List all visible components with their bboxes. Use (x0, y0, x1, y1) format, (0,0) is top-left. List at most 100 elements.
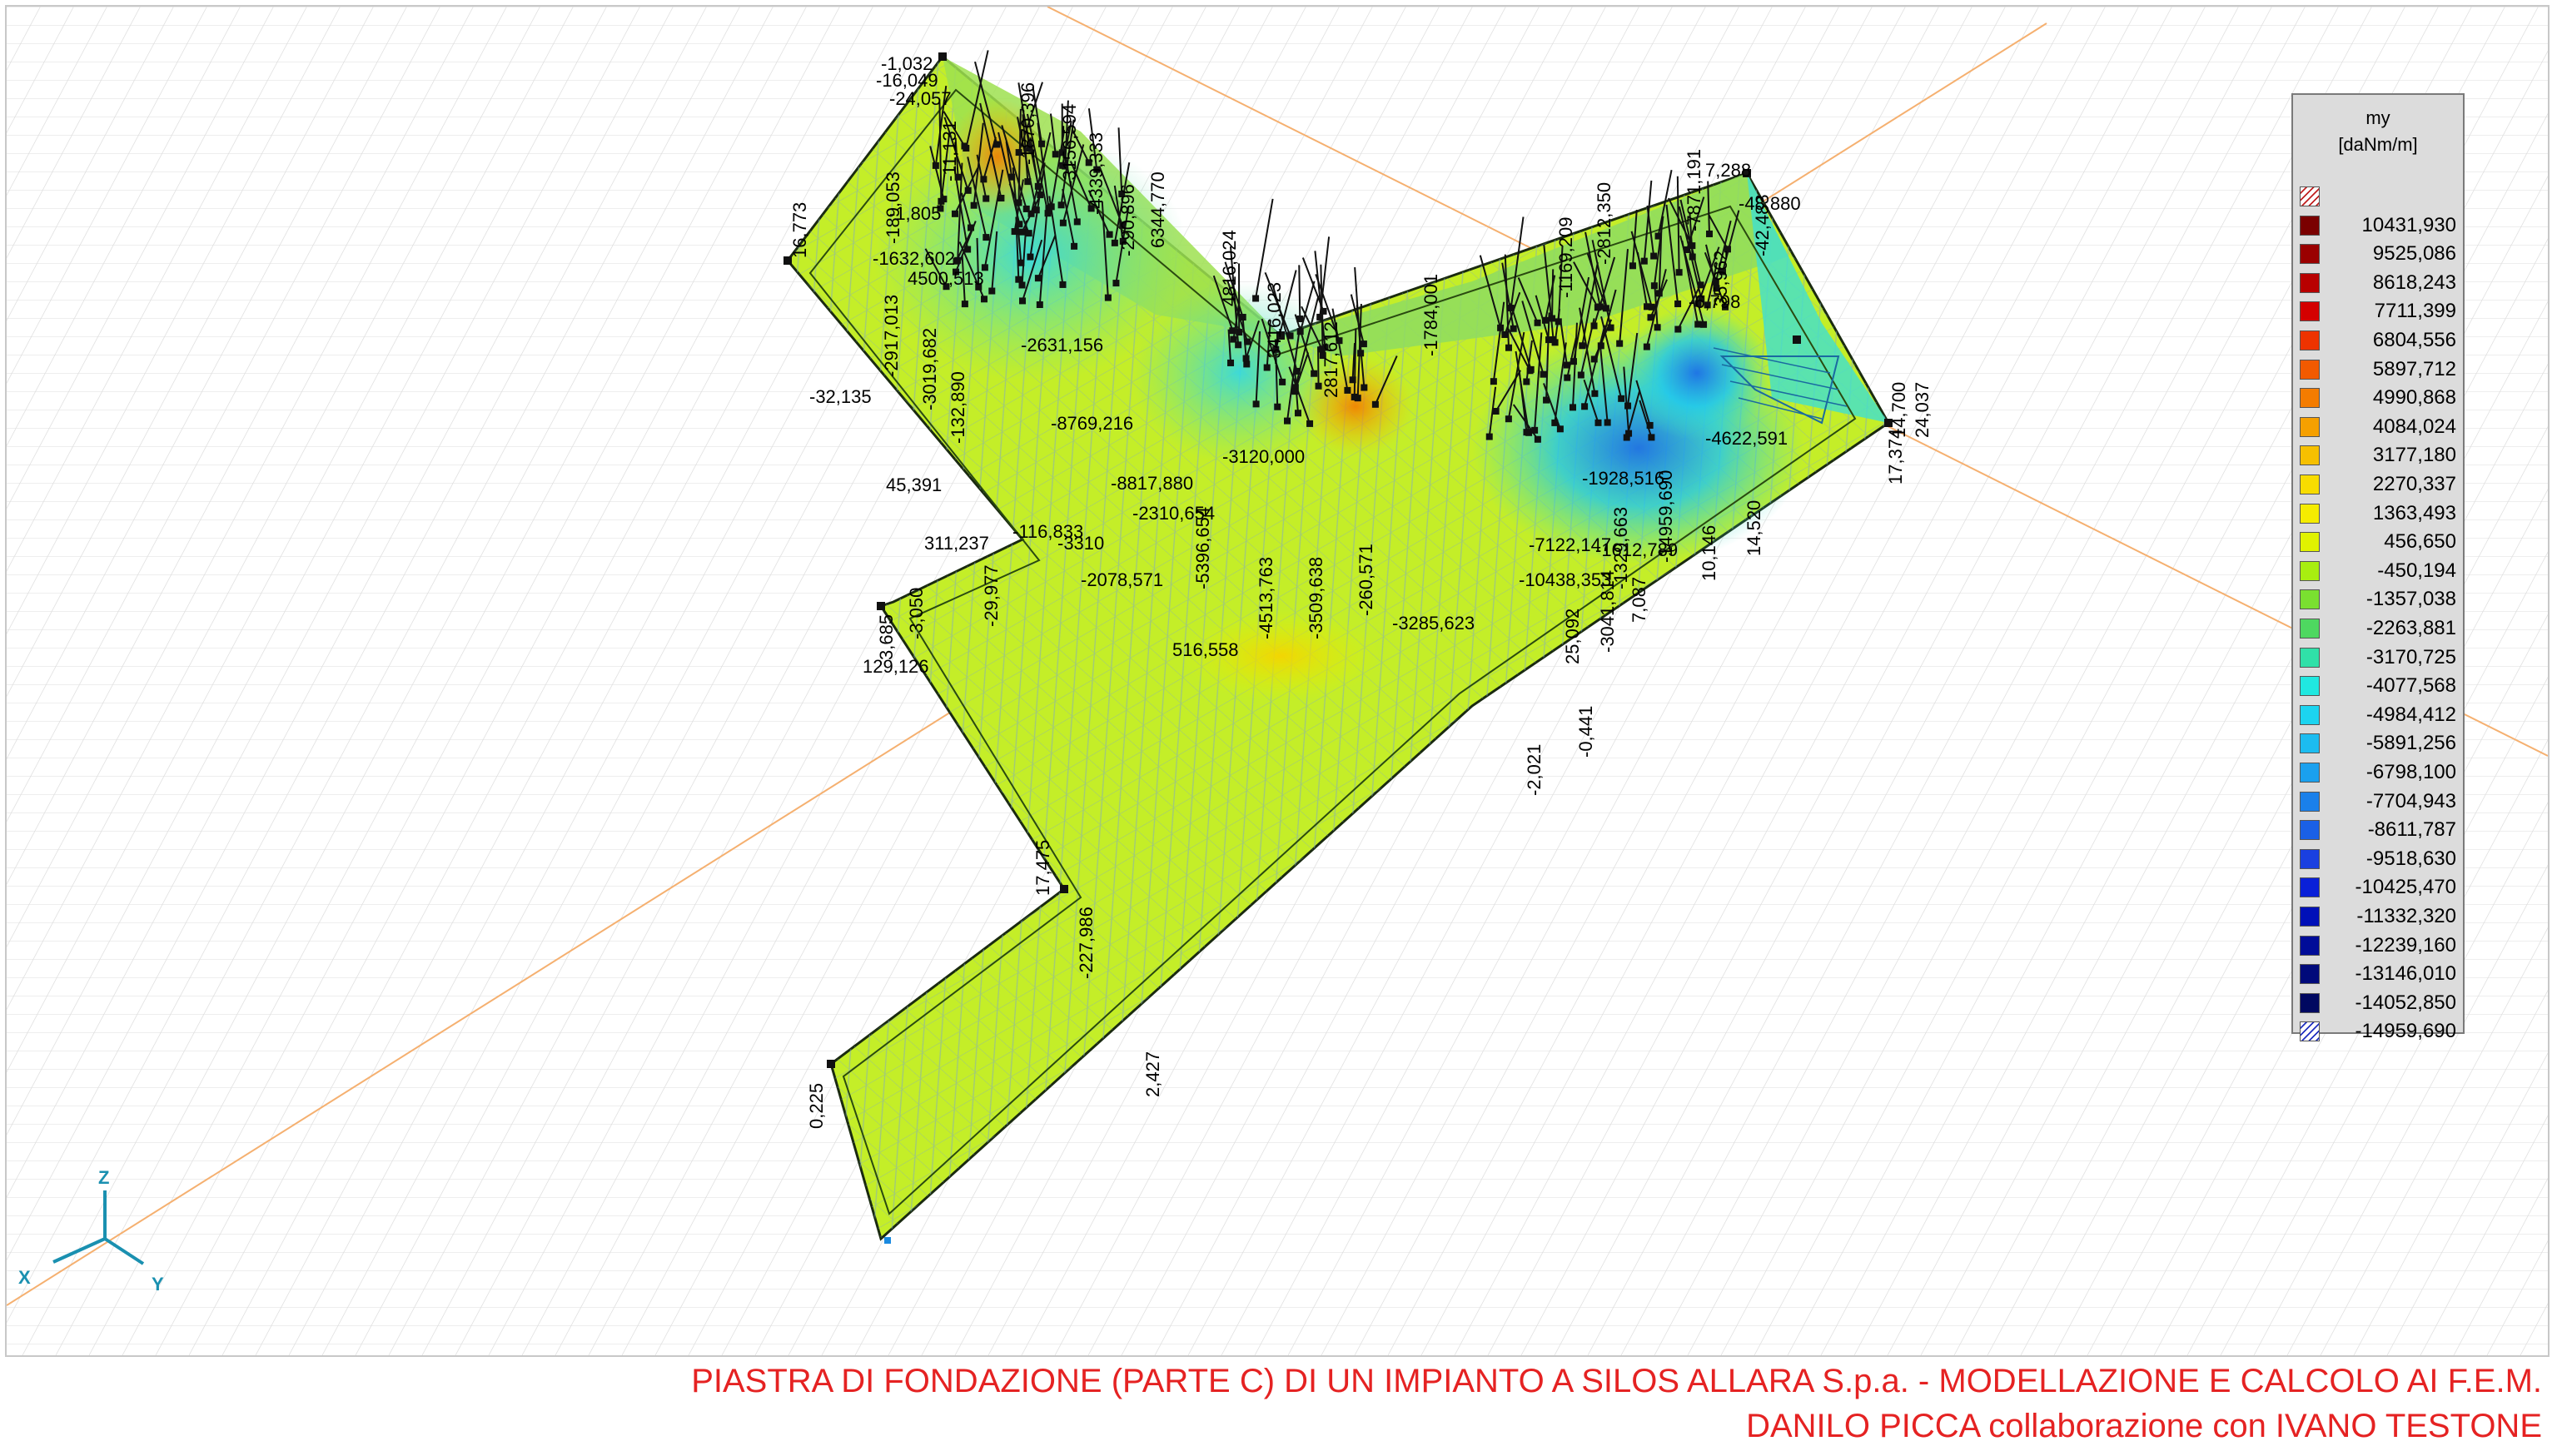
value-label: -1169,209 (1555, 217, 1576, 298)
legend-value: 10431,930 (2361, 213, 2456, 236)
legend-entry: -10425,470 (2300, 872, 2461, 901)
legend-value: -3170,725 (2365, 645, 2456, 668)
legend-swatch (2300, 1021, 2320, 1042)
axis-x-label: X (18, 1267, 31, 1288)
value-label: -6,798 (1689, 291, 1740, 312)
value-label: -290,896 (1117, 184, 1138, 256)
value-label: 0,225 (806, 1083, 827, 1129)
legend-title: my (2365, 107, 2390, 128)
value-label: -3310 (1057, 533, 1104, 554)
legend-swatch (2300, 388, 2320, 409)
legend-value: -1357,038 (2365, 588, 2456, 611)
legend-value: -10425,470 (2355, 876, 2456, 899)
value-label: -0,441 (1575, 706, 1596, 758)
legend-value: -14959,690 (2355, 1020, 2456, 1043)
value-label: -8769,216 (1051, 413, 1133, 434)
legend-swatch (2300, 907, 2320, 927)
legend-entry: -1357,038 (2300, 584, 2461, 613)
legend-swatch (2300, 186, 2320, 206)
legend-unit: [daNm/m] (2338, 134, 2418, 155)
value-label: -1612,789 (1595, 539, 1678, 560)
model-viewport[interactable]: -1,032 -16,049 -24,057 16,773 -189,053 -… (5, 5, 2550, 1357)
legend-value: 4084,024 (2372, 415, 2456, 438)
legend-entry: 8618,243 (2300, 268, 2461, 296)
value-label: 6344,770 (1147, 171, 1168, 248)
legend-swatch (2300, 330, 2320, 350)
legend-entry: -6798,100 (2300, 758, 2461, 786)
value-label: -4339,333 (1086, 132, 1107, 215)
legend-swatch (2300, 560, 2320, 581)
legend-value: 6804,556 (2372, 329, 2456, 351)
legend-value: 8618,243 (2372, 271, 2456, 294)
legend-swatch (2300, 992, 2320, 1013)
legend-entry: 10431,930 (2300, 211, 2461, 239)
origin-marker (884, 1237, 891, 1244)
legend-swatch (2300, 475, 2320, 494)
axis-z-label: Z (98, 1167, 109, 1188)
legend-entry: -4077,568 (2300, 671, 2461, 699)
axis-triad: Z X Y (18, 1167, 164, 1294)
legend-entry: 2270,337 (2300, 470, 2461, 498)
legend-entry: -9518,630 (2300, 844, 2461, 872)
legend-value: -450,194 (2377, 559, 2456, 582)
value-label: -2812,350 (1594, 182, 1614, 265)
legend-swatch (2300, 964, 2320, 985)
legend-value: -9518,630 (2365, 847, 2456, 870)
value-label: 4816,024 (1219, 230, 1240, 306)
value-label: -2631,156 (1021, 335, 1103, 355)
value-label: -1329,663 (1610, 507, 1631, 589)
footer-caption: PIASTRA DI FONDAZIONE (PARTE C) DI UN IM… (691, 1359, 2542, 1449)
value-label: -24,057 (889, 88, 952, 109)
legend-entry: -450,194 (2300, 556, 2461, 584)
legend-entry: 4084,024 (2300, 412, 2461, 440)
value-label: -3019,682 (919, 328, 940, 410)
value-label: -5396,654 (1192, 507, 1213, 589)
value-label: 14,520 (1744, 500, 1764, 556)
legend-entry: -5891,256 (2300, 728, 2461, 757)
value-label: -4513,763 (1256, 557, 1276, 639)
value-label: 311,237 (924, 533, 989, 554)
legend-value: -2263,881 (2365, 617, 2456, 639)
legend-entry: -14959,690 (2300, 1016, 2461, 1045)
legend-entry: 5897,712 (2300, 355, 2461, 383)
legend-value: 3177,180 (2372, 444, 2456, 467)
legend-value: -4984,412 (2365, 703, 2456, 726)
legend-entry: 4990,868 (2300, 383, 2461, 411)
legend-entry: -12239,160 (2300, 931, 2461, 959)
legend-swatch (2300, 215, 2320, 236)
legend-entry: 456,650 (2300, 527, 2461, 555)
legend-swatch (2300, 503, 2320, 524)
legend-swatch (2300, 848, 2320, 869)
legend-swatch (2300, 445, 2320, 466)
value-label: -2,021 (1524, 744, 1545, 796)
legend-value: -11332,320 (2356, 905, 2456, 927)
fem-plate-contour-view: -1,032 -16,049 -24,057 16,773 -189,053 -… (7, 7, 2548, 1355)
legend-swatch (2300, 704, 2320, 725)
value-label: -11,131 (939, 121, 960, 181)
legend-swatch (2300, 676, 2320, 697)
legend-value: 5897,712 (2372, 357, 2456, 380)
value-label: -1784,001 (1420, 274, 1441, 356)
color-legend: my [daNm/m] 10431,930 9525,086 8618,243 771… (2291, 93, 2465, 1042)
legend-entry: -3170,725 (2300, 643, 2461, 671)
value-label: 16,773 (789, 202, 810, 258)
value-label: -1632,602 (873, 248, 955, 269)
legend-swatch (2300, 733, 2320, 754)
value-label: -1928,516 (1582, 468, 1664, 489)
legend-swatch (2300, 877, 2320, 898)
legend-swatch (2300, 619, 2320, 639)
value-label: -2917,013 (881, 295, 902, 377)
value-label: -4622,591 (1705, 428, 1788, 449)
legend-entry: -14052,850 (2300, 988, 2461, 1016)
legend-value: 4990,868 (2372, 386, 2456, 410)
legend-swatch (2300, 416, 2320, 437)
value-label: -3509,638 (1306, 557, 1326, 639)
legend-value: -12239,160 (2355, 933, 2456, 957)
legend-swatch (2300, 244, 2320, 265)
value-label: 516,558 (1172, 639, 1239, 660)
legend-swatch (2300, 763, 2320, 783)
axis-y-label: Y (152, 1274, 164, 1294)
value-label: -132,890 (948, 371, 968, 444)
legend-swatch (2300, 301, 2320, 322)
value-label: -8817,880 (1111, 473, 1193, 494)
